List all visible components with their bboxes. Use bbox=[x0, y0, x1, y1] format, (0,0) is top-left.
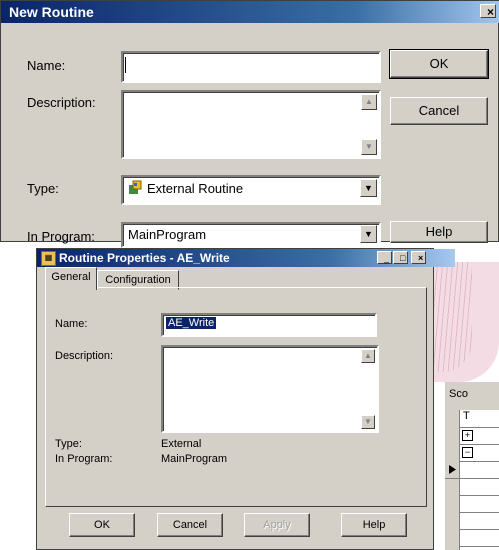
in-program-label: In Program: bbox=[27, 229, 95, 244]
expand-icon[interactable]: + bbox=[462, 430, 473, 441]
in-program-value: MainProgram bbox=[128, 227, 207, 242]
close-button[interactable]: × bbox=[480, 4, 496, 18]
description-textarea[interactable]: ▲ ▼ bbox=[121, 90, 381, 159]
name-value: AE_Write bbox=[166, 317, 217, 329]
in-program-select[interactable]: MainProgram ▼ bbox=[121, 222, 381, 248]
scope-panel-title: Sco bbox=[449, 388, 468, 400]
close-icon[interactable]: × bbox=[411, 251, 426, 264]
help-button[interactable]: Help bbox=[341, 513, 407, 537]
routine-properties-dialog: Routine Properties - AE_Write ▦ _ □ × Ge… bbox=[36, 248, 455, 550]
description-textarea[interactable]: ▲ ▼ bbox=[161, 345, 379, 433]
scope-grid-row[interactable]: − bbox=[459, 444, 499, 462]
scroll-down-icon[interactable]: ▼ bbox=[361, 139, 377, 155]
scroll-down-icon[interactable]: ▼ bbox=[361, 415, 375, 429]
ok-button[interactable]: OK bbox=[69, 513, 135, 537]
new-routine-dialog: New Routine × Name: Description: ▲ ▼ Typ… bbox=[0, 0, 499, 248]
scope-grid-row[interactable] bbox=[459, 495, 499, 513]
scope-grid-row[interactable] bbox=[459, 529, 499, 547]
scope-grid-header-cell: T bbox=[459, 410, 499, 428]
minimize-icon[interactable]: _ bbox=[377, 251, 392, 264]
new-routine-title-bar[interactable]: New Routine bbox=[1, 1, 499, 23]
background-scope-panel: Sco T + − bbox=[444, 382, 499, 550]
collapse-icon[interactable]: − bbox=[462, 447, 473, 458]
ok-button[interactable]: OK bbox=[389, 49, 489, 79]
chevron-down-icon[interactable]: ▼ bbox=[360, 225, 377, 243]
maximize-icon[interactable]: □ bbox=[393, 251, 408, 264]
name-input[interactable]: AE_Write bbox=[161, 313, 377, 337]
row-pointer-icon bbox=[445, 461, 459, 479]
scroll-up-icon[interactable]: ▲ bbox=[361, 94, 377, 110]
in-program-value: MainProgram bbox=[161, 453, 228, 465]
scroll-up-icon[interactable]: ▲ bbox=[361, 349, 375, 363]
scope-grid-row[interactable]: + bbox=[459, 427, 499, 445]
cancel-button[interactable]: Cancel bbox=[390, 97, 488, 125]
scope-grid-row[interactable] bbox=[459, 512, 499, 530]
name-input[interactable] bbox=[121, 51, 381, 83]
description-label: Description: bbox=[55, 350, 114, 362]
in-program-label: In Program: bbox=[55, 453, 113, 465]
type-label: Type: bbox=[27, 181, 59, 196]
type-label: Type: bbox=[55, 438, 82, 450]
new-routine-title: New Routine bbox=[9, 4, 94, 20]
type-value: External bbox=[161, 438, 202, 450]
text-caret bbox=[125, 57, 126, 73]
name-label: Name: bbox=[55, 318, 88, 330]
chevron-down-icon[interactable]: ▼ bbox=[360, 179, 377, 197]
routine-properties-title: Routine Properties - AE_Write bbox=[59, 251, 230, 265]
help-button[interactable]: Help bbox=[390, 221, 488, 243]
tab-general[interactable]: General bbox=[45, 267, 97, 290]
name-label: Name: bbox=[27, 58, 66, 73]
cancel-button[interactable]: Cancel bbox=[157, 513, 223, 537]
scope-grid-row[interactable] bbox=[459, 461, 499, 479]
external-routine-icon bbox=[127, 180, 143, 196]
type-select[interactable]: External Routine ▼ bbox=[121, 175, 381, 205]
scope-grid-row[interactable] bbox=[459, 478, 499, 496]
apply-button: Apply bbox=[244, 513, 310, 537]
scope-grid-gutter bbox=[445, 410, 460, 550]
scope-grid: T + − bbox=[445, 410, 499, 550]
app-icon: ▦ bbox=[41, 251, 56, 266]
description-label: Description: bbox=[27, 95, 96, 110]
type-value: External Routine bbox=[147, 181, 244, 196]
